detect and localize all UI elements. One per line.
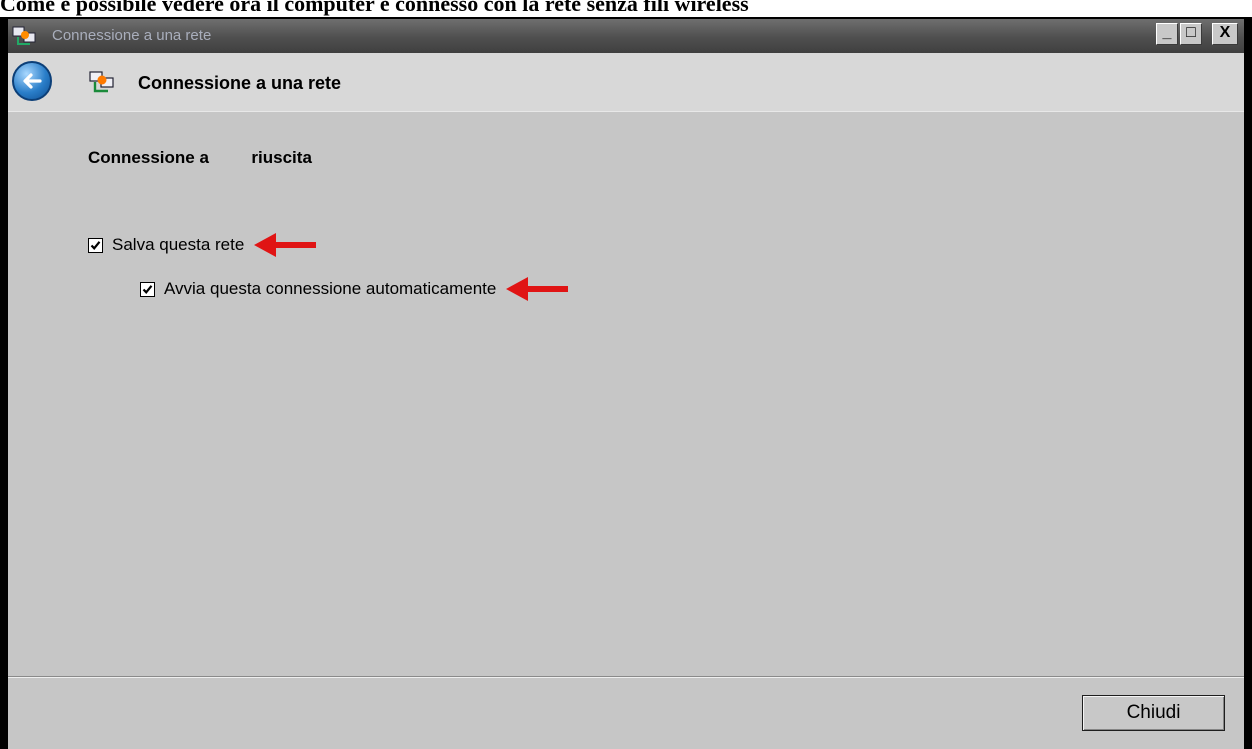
auto-connect-checkbox[interactable]	[140, 281, 155, 297]
dialog-footer: Chiudi	[8, 676, 1244, 749]
network-connection-icon	[88, 69, 116, 95]
nav-title: Connessione a una rete	[138, 73, 342, 93]
back-arrow-icon	[23, 73, 42, 89]
close-window-button[interactable]: X	[1212, 23, 1238, 45]
navigation-bar: Connessione a una rete	[8, 53, 1244, 111]
connection-status-heading: Connessione a riuscita	[88, 148, 312, 167]
title-bar: Connessione a una rete _ □ X	[8, 19, 1244, 53]
save-network-checkbox[interactable]	[88, 237, 103, 253]
save-network-option[interactable]: Salva questa rete	[88, 230, 318, 260]
dialog-window: Connessione a una rete _ □ X Connessione…	[0, 17, 1252, 749]
auto-connect-label: Avvia questa connessione automaticamente	[164, 279, 497, 298]
red-arrow-icon	[254, 233, 317, 257]
checkmark-icon	[142, 284, 153, 294]
network-icon	[12, 24, 38, 48]
red-arrow-icon	[506, 277, 569, 301]
maximize-button[interactable]: □	[1180, 23, 1202, 45]
checkmark-icon	[90, 240, 101, 250]
close-button[interactable]: Chiudi	[1082, 695, 1225, 731]
page-caption: Come è possibile vedere ora il computer …	[0, 0, 749, 16]
content-panel: Connessione a riuscita Salva questa rete…	[8, 111, 1244, 676]
minimize-button[interactable]: _	[1156, 23, 1178, 45]
window-title: Connessione a una rete	[52, 27, 212, 44]
back-button[interactable]	[12, 61, 52, 101]
auto-connect-option[interactable]: Avvia questa connessione automaticamente	[140, 274, 570, 304]
save-network-label: Salva questa rete	[112, 235, 245, 254]
